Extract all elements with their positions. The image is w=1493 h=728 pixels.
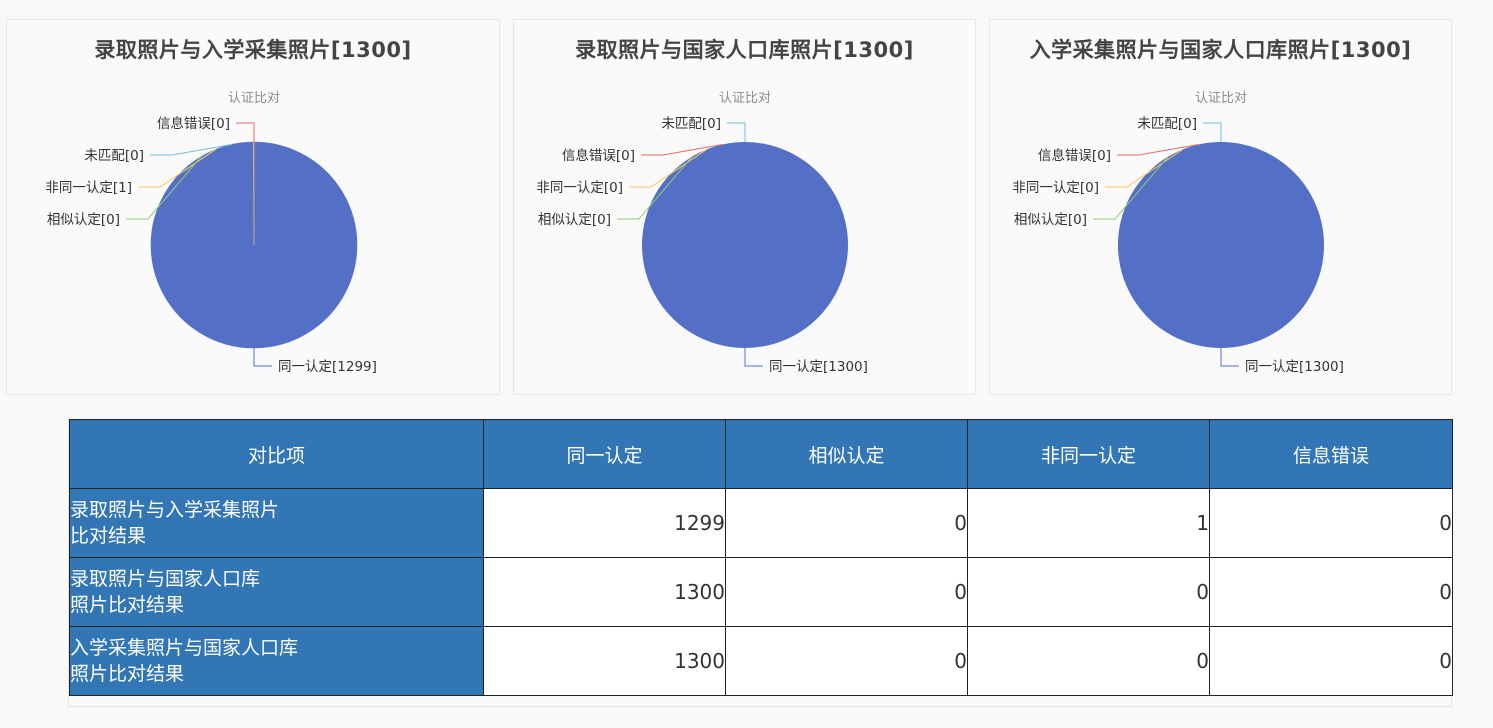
table-row: 入学采集照片与国家人口库 照片比对结果 1300 0 0 0 — [69, 626, 1453, 696]
comparison-table: 对比项 同一认定 相似认定 非同一认定 信息错误 录取照片与入学采集照片 比对结果… — [69, 419, 1453, 696]
label-line — [744, 348, 763, 367]
row-label-line: 比对结果 — [70, 525, 147, 547]
slice-label: 信息错误[0] — [157, 115, 230, 132]
label-line — [727, 122, 746, 142]
cell-similar: 0 — [725, 626, 968, 696]
slice-label: 非同一认定[1] — [45, 180, 132, 196]
chart-panel-3: 入学采集照片与国家人口库照片[1300] 认证比对 同一认定[1300] 未匹配[0… — [989, 19, 1452, 395]
pie-chart: 认证比对同一认定[1299] 信息错误[0] 未匹配[0] 非同一认定[1] 相似认定[… — [45, 91, 377, 375]
slice-label: 未匹配[0] — [661, 116, 721, 132]
cell-not-same: 1 — [967, 488, 1210, 558]
cell-not-same: 0 — [967, 557, 1210, 627]
slice-label: 信息错误[0] — [1038, 147, 1111, 164]
slice-label: 未匹配[0] — [1137, 116, 1197, 132]
chart-subtitle: 认证比对 — [228, 91, 280, 106]
row-label: 录取照片与国家人口库 照片比对结果 — [69, 557, 484, 627]
header-not-same: 非同一认定 — [967, 419, 1210, 489]
comparison-table-container: 对比项 同一认定 相似认定 非同一认定 信息错误 录取照片与入学采集照片 比对结果… — [68, 419, 1453, 707]
label-line — [1203, 122, 1222, 142]
cell-same: 1300 — [483, 626, 726, 696]
slice-label: 信息错误[0] — [562, 147, 635, 164]
cell-info-error: 0 — [1209, 626, 1453, 696]
label-line — [236, 122, 255, 142]
table-row: 录取照片与入学采集照片 比对结果 1299 0 1 0 — [69, 488, 1453, 558]
chart-subtitle: 认证比对 — [719, 91, 771, 106]
pie-slice-0 — [642, 142, 848, 348]
slice-label: 相似认定[0] — [47, 212, 120, 228]
slice-label: 同一认定[1299] — [278, 359, 377, 375]
pie-chart: 认证比对同一认定[1300] 未匹配[0] 信息错误[0] 非同一认定[0] 相似认定[… — [536, 91, 868, 375]
header-similar: 相似认定 — [725, 419, 968, 489]
cell-similar: 0 — [725, 557, 968, 627]
cell-similar: 0 — [725, 488, 968, 558]
cell-info-error: 0 — [1209, 557, 1453, 627]
chart-panel-2: 录取照片与国家人口库照片[1300] 认证比对 同一认定[1300] 未匹配[0] 信… — [513, 19, 976, 395]
row-label-line: 照片比对结果 — [70, 663, 185, 685]
header-item: 对比项 — [69, 419, 484, 489]
cell-info-error: 0 — [1209, 488, 1453, 558]
row-label-line: 入学采集照片与国家人口库 — [70, 637, 299, 659]
slice-label: 相似认定[0] — [538, 212, 611, 228]
slice-label: 非同一认定[0] — [1012, 180, 1099, 196]
chart-panel-1: 录取照片与入学采集照片[1300] 认证比对 同一认定[1299] 信息错误[0] 未… — [6, 19, 500, 395]
pie-slice-0 — [1118, 142, 1324, 348]
row-label-line: 录取照片与入学采集照片 — [70, 499, 280, 521]
slice-label: 非同一认定[0] — [536, 180, 623, 196]
cell-same: 1299 — [483, 488, 726, 558]
cell-not-same: 0 — [967, 626, 1210, 696]
slice-label: 相似认定[0] — [1014, 212, 1087, 228]
slice-label: 同一认定[1300] — [1245, 359, 1344, 375]
cell-same: 1300 — [483, 557, 726, 627]
header-same: 同一认定 — [483, 419, 726, 489]
header-info-error: 信息错误 — [1209, 419, 1453, 489]
slice-label: 同一认定[1300] — [769, 359, 868, 375]
row-label: 录取照片与入学采集照片 比对结果 — [69, 488, 484, 558]
slice-label: 未匹配[0] — [84, 148, 144, 164]
row-label-line: 照片比对结果 — [70, 594, 185, 616]
table-row: 录取照片与国家人口库 照片比对结果 1300 0 0 0 — [69, 557, 1453, 627]
row-label-line: 录取照片与国家人口库 — [70, 568, 261, 590]
label-line — [1220, 348, 1239, 367]
label-line — [253, 348, 272, 367]
pie-chart: 认证比对同一认定[1300] 未匹配[0] 信息错误[0] 非同一认定[0] 相似认定[… — [1012, 91, 1344, 375]
table-header-row: 对比项 同一认定 相似认定 非同一认定 信息错误 — [69, 419, 1453, 489]
chart-subtitle: 认证比对 — [1195, 91, 1247, 106]
row-label: 入学采集照片与国家人口库 照片比对结果 — [69, 626, 484, 696]
